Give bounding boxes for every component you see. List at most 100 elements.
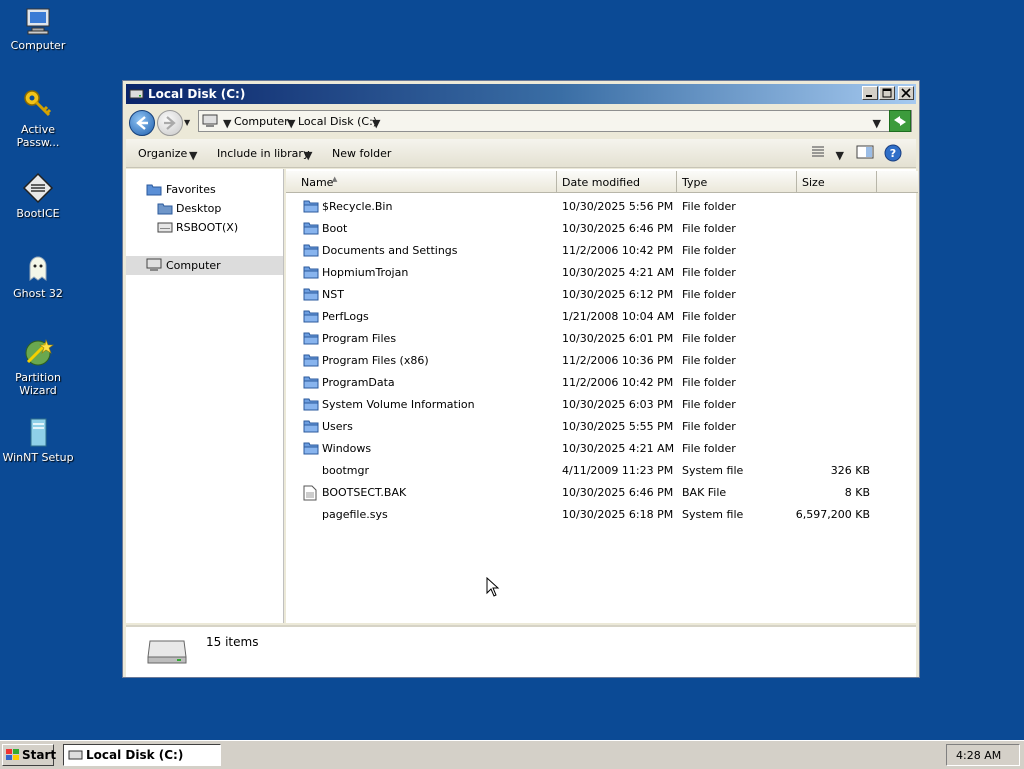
column-header-name[interactable]: Name ▲ [286, 171, 557, 193]
drive-icon [68, 750, 83, 760]
title-bar[interactable]: Local Disk (C:) [126, 84, 916, 104]
file-row[interactable]: Boot 10/30/2025 6:46 PM File folder [286, 218, 916, 240]
mouse-cursor-icon [486, 577, 500, 597]
back-button[interactable] [129, 110, 155, 136]
desktop-icon-computer[interactable]: Computer [0, 6, 76, 52]
nav-item-desktop[interactable]: Desktop [126, 199, 283, 218]
minimize-icon [866, 95, 872, 97]
file-row[interactable]: Program Files (x86) 11/2/2006 10:36 PM Fil… [286, 350, 916, 372]
organize-dropdown[interactable]: ▼ [189, 149, 197, 162]
minimize-button[interactable] [862, 86, 878, 100]
address-segment-local-disk[interactable]: Local Disk (C:) [298, 115, 377, 128]
file-name: ProgramData [322, 376, 395, 389]
view-options-dropdown[interactable]: ▼ [836, 149, 844, 162]
file-type: File folder [682, 420, 736, 433]
nav-item-rsboot[interactable]: RSBOOT(X) [126, 218, 283, 237]
column-label: Size [802, 176, 825, 189]
new-folder-button[interactable]: New folder [332, 147, 391, 160]
desktop-icon-label: Active Passw... [16, 123, 60, 149]
start-button[interactable]: Start [2, 744, 57, 766]
file-list: Name ▲ Date modified Type Size $Recycle.… [286, 169, 918, 623]
bootice-icon [22, 172, 54, 204]
folder-icon [303, 222, 319, 235]
address-segment-chevron[interactable]: ▼ [287, 117, 295, 130]
file-row[interactable]: bootmgr 4/11/2009 11:23 PM System file 326 … [286, 460, 916, 482]
help-icon[interactable]: ? [884, 144, 902, 162]
recent-pages-dropdown[interactable]: ▼ [184, 118, 190, 127]
file-row[interactable]: Documents and Settings 11/2/2006 10:42 PM… [286, 240, 916, 262]
desktop-icon-ghost32[interactable]: Ghost 32 [0, 252, 76, 300]
start-label: Start [22, 748, 57, 762]
folder-icon [303, 354, 319, 367]
taskbar-item-local-disk[interactable]: Local Disk (C:) [63, 744, 221, 766]
explorer-window: Local Disk (C:) ▼ ▼ Computer ▼ Local Dis… [122, 80, 920, 678]
preview-pane-icon[interactable] [856, 144, 874, 160]
organize-button[interactable]: Organize [138, 147, 187, 160]
window-title: Local Disk (C:) [148, 87, 246, 101]
windows-logo-icon [6, 749, 19, 760]
file-row[interactable]: HopmiumTrojan 10/30/2025 4:21 AM File fold… [286, 262, 916, 284]
navigation-pane: Favorites Desktop RSBOOT(X) Computer [126, 169, 284, 623]
file-row[interactable]: ProgramData 11/2/2006 10:42 PM File folder [286, 372, 916, 394]
nav-label: Desktop [176, 202, 222, 215]
file-date: 10/30/2025 6:46 PM [562, 486, 674, 499]
close-icon [901, 88, 911, 98]
maximize-button[interactable] [879, 86, 895, 100]
view-details-icon[interactable] [810, 144, 826, 160]
folder-icon [303, 266, 319, 279]
file-icon [303, 485, 317, 501]
address-bar[interactable]: ▼ Computer ▼ Local Disk (C:) ▼ ▼ [198, 110, 912, 132]
include-in-library-dropdown[interactable]: ▼ [304, 149, 312, 162]
drive-icon [129, 89, 144, 99]
address-segment-computer[interactable]: Computer [234, 115, 289, 128]
file-row[interactable]: BOOTSECT.BAK 10/30/2025 6:46 PM BAK File 8 … [286, 482, 916, 504]
file-row[interactable]: PerfLogs 1/21/2008 10:04 AM File folder [286, 306, 916, 328]
file-date: 10/30/2025 5:56 PM [562, 200, 674, 213]
desktop-icon-partition-wizard[interactable]: Partition Wizard [0, 336, 76, 397]
file-name: Program Files [322, 332, 397, 345]
desktop-icon-label: Computer [10, 39, 66, 52]
file-name: Windows [322, 442, 372, 455]
svg-text:?: ? [890, 147, 896, 160]
column-header-date-modified[interactable]: Date modified [557, 171, 677, 193]
file-date: 10/30/2025 6:01 PM [562, 332, 674, 345]
file-row[interactable]: Users 10/30/2025 5:55 PM File folder [286, 416, 916, 438]
clock[interactable]: 4:28 AM [956, 749, 1001, 762]
ghost-icon [29, 256, 47, 281]
forward-button[interactable] [157, 110, 183, 136]
file-row[interactable]: System Volume Information 10/30/2025 6:03… [286, 394, 916, 416]
folder-icon [303, 442, 319, 455]
refresh-icon [894, 116, 906, 126]
file-name: Users [322, 420, 353, 433]
address-root-chevron[interactable]: ▼ [223, 117, 231, 130]
file-row[interactable]: NST 10/30/2025 6:12 PM File folder [286, 284, 916, 306]
refresh-button[interactable] [889, 110, 911, 132]
nav-item-favorites[interactable]: Favorites [126, 180, 283, 199]
desktop-icon-active-password[interactable]: Active Passw... [0, 88, 76, 149]
column-header-type[interactable]: Type [677, 171, 797, 193]
address-segment-chevron[interactable]: ▼ [372, 117, 380, 130]
address-history-dropdown[interactable]: ▼ [873, 117, 881, 130]
drive-icon [157, 222, 173, 233]
file-date: 11/2/2006 10:36 PM [562, 354, 674, 367]
file-name: NST [322, 288, 344, 301]
file-date: 10/30/2025 6:18 PM [562, 508, 674, 521]
file-name: HopmiumTrojan [322, 266, 409, 279]
nav-item-computer[interactable]: Computer [126, 256, 283, 275]
file-row[interactable]: Program Files 10/30/2025 6:01 PM File fold… [286, 328, 916, 350]
file-type: System file [682, 464, 744, 477]
desktop-icon-bootice[interactable]: BootICE [0, 172, 76, 220]
include-in-library-button[interactable]: Include in library [217, 147, 309, 160]
column-header-size[interactable]: Size [797, 171, 877, 193]
file-type: File folder [682, 266, 736, 279]
forward-arrow-icon [164, 116, 176, 130]
file-size: 8 KB [844, 486, 870, 499]
file-row[interactable]: $Recycle.Bin 10/30/2025 5:56 PM File folde… [286, 196, 916, 218]
taskbar: Start Local Disk (C:) 4:28 AM [0, 740, 1024, 769]
file-type: File folder [682, 200, 736, 213]
file-row[interactable]: pagefile.sys 10/30/2025 6:18 PM System fil… [286, 504, 916, 526]
file-row[interactable]: Windows 10/30/2025 4:21 AM File folder [286, 438, 916, 460]
desktop-icon-winnt-setup[interactable]: WinNT Setup [0, 416, 76, 464]
close-button[interactable] [898, 86, 914, 100]
file-date: 10/30/2025 4:21 AM [562, 266, 675, 279]
